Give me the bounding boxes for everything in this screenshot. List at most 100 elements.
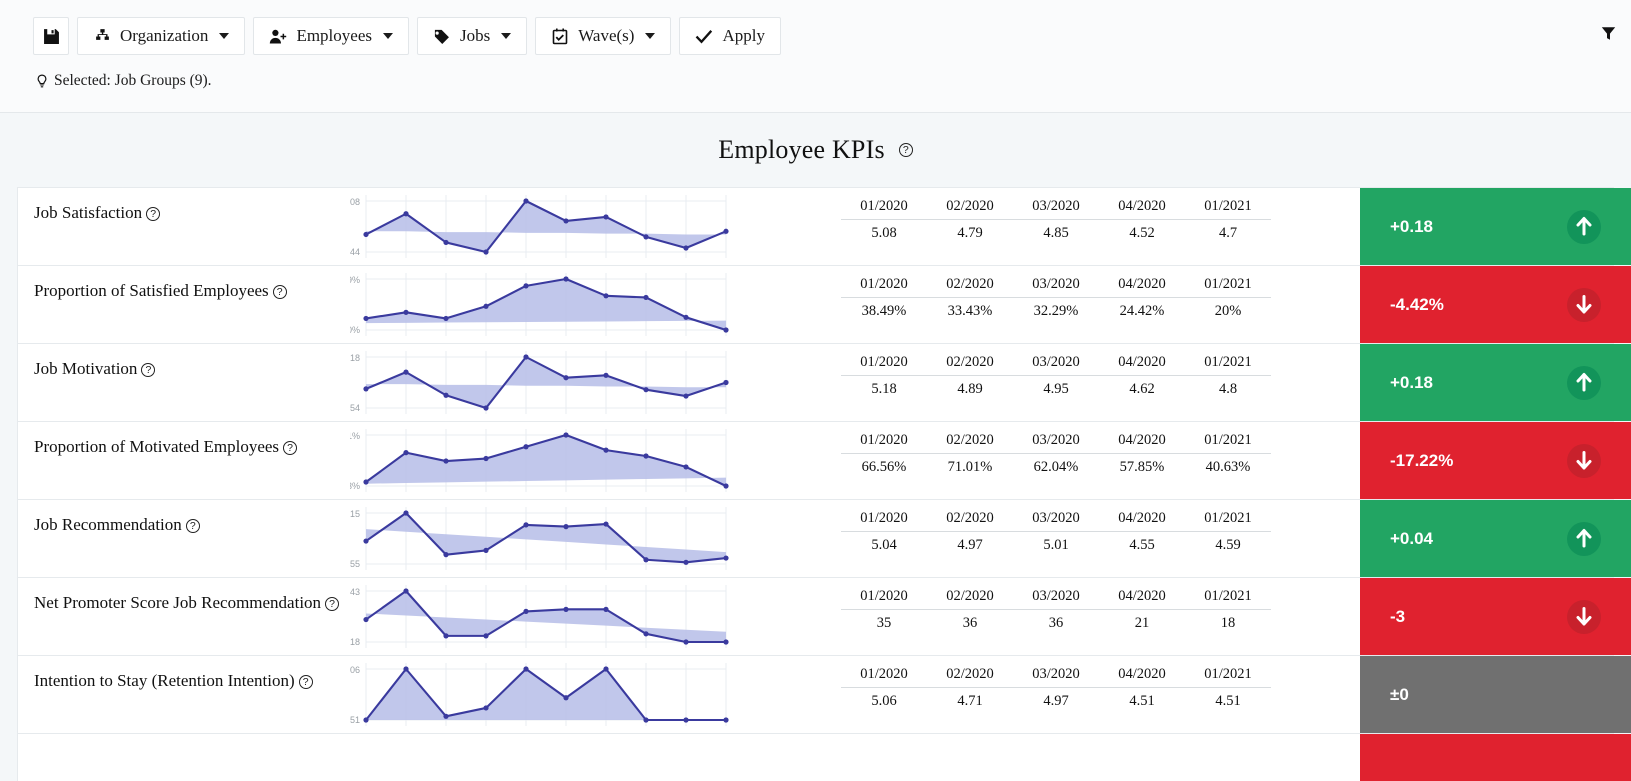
- kpi-label-text: Intention to Stay (Retention Intention): [34, 671, 295, 690]
- question-circle-icon[interactable]: ?: [899, 143, 913, 157]
- period-value: 4.89: [927, 376, 1013, 399]
- arrow-up-circle-icon: [1567, 366, 1601, 400]
- kpi-sparkline[interactable]: 4318: [350, 578, 766, 655]
- period-value: 4.8: [1185, 376, 1271, 399]
- period-header: 04/2020: [1099, 352, 1185, 376]
- employees-filter-label: Employees: [296, 26, 372, 46]
- question-circle-icon[interactable]: ?: [141, 363, 155, 377]
- kpi-row: Job Satisfaction?5.084.4401/202002/20200…: [18, 188, 1613, 266]
- period-value: 4.71: [927, 688, 1013, 711]
- period-header: 04/2020: [1099, 508, 1185, 532]
- period-header: 03/2020: [1013, 430, 1099, 454]
- period-header: 01/2020: [841, 274, 927, 298]
- period-header: 02/2020: [927, 352, 1013, 376]
- svg-text:20%: 20%: [350, 325, 360, 335]
- kpi-delta-badge: +0.04: [1360, 500, 1631, 577]
- svg-text:4.44: 4.44: [350, 247, 360, 257]
- period-header: 01/2021: [1185, 664, 1271, 688]
- arrow-up-circle-icon: [1567, 210, 1601, 244]
- period-header: 01/2020: [841, 586, 927, 610]
- kpi-label-cell: Net Promoter Score Job Recommendation?: [18, 578, 350, 655]
- sitemap-icon: [93, 27, 111, 45]
- period-header: 03/2020: [1013, 352, 1099, 376]
- jobs-filter-label: Jobs: [460, 26, 490, 46]
- kpi-sparkline[interactable]: 5.184.54: [350, 344, 766, 421]
- kpi-label-text: Job Satisfaction: [34, 203, 142, 222]
- period-value: 36: [1013, 610, 1099, 633]
- organization-filter-button[interactable]: Organization: [77, 17, 245, 55]
- kpi-sparkline[interactable]: [350, 734, 766, 781]
- period-header: 02/2020: [927, 508, 1013, 532]
- period-header: 01/2021: [1185, 352, 1271, 376]
- period-value: 21: [1099, 610, 1185, 633]
- save-button[interactable]: [33, 17, 69, 55]
- kpi-label-cell: Intention to Stay (Retention Intention)?: [18, 656, 350, 733]
- kpi-delta-value: -17.22%: [1390, 451, 1453, 471]
- apply-button[interactable]: Apply: [679, 17, 781, 55]
- save-floppy-icon: [42, 27, 60, 45]
- period-value: 5.08: [841, 220, 927, 243]
- period-header: 04/2020: [1099, 196, 1185, 220]
- period-header: 04/2020: [1099, 586, 1185, 610]
- chevron-down-icon: [645, 33, 655, 39]
- question-circle-icon[interactable]: ?: [186, 519, 200, 533]
- kpi-delta-badge: +0.18: [1360, 188, 1631, 265]
- kpi-sparkline[interactable]: 5.084.44: [350, 188, 766, 265]
- period-header: 02/2020: [927, 664, 1013, 688]
- kpi-values: 01/202002/202003/202004/202001/20215.064…: [841, 664, 1271, 710]
- kpi-row: Proportion of Satisfied Employees?38.49%…: [18, 266, 1613, 344]
- period-value: 4.95: [1013, 376, 1099, 399]
- kpi-delta-badge: ±0: [1360, 656, 1631, 733]
- period-value: 24.42%: [1099, 298, 1185, 321]
- question-circle-icon[interactable]: ?: [146, 207, 160, 221]
- period-header: 03/2020: [1013, 196, 1099, 220]
- period-value: 57.85%: [1099, 454, 1185, 477]
- period-value: 40.63%: [1185, 454, 1271, 477]
- question-circle-icon[interactable]: ?: [299, 675, 313, 689]
- period-header: 01/2021: [1185, 586, 1271, 610]
- period-header: 04/2020: [1099, 430, 1185, 454]
- kpi-label-text: Proportion of Motivated Employees: [34, 437, 279, 456]
- jobs-filter-button[interactable]: Jobs: [417, 17, 527, 55]
- kpi-values: 01/202002/202003/202004/202001/20215.184…: [841, 352, 1271, 398]
- period-header: 01/2021: [1185, 430, 1271, 454]
- kpi-delta-badge: -17.22%: [1360, 422, 1631, 499]
- kpi-table: Job Satisfaction?5.084.4401/202002/20200…: [17, 187, 1614, 781]
- kpi-sparkline[interactable]: 5.15 4.55: [350, 500, 766, 577]
- kpi-row: [18, 734, 1613, 781]
- period-value: 33.43%: [927, 298, 1013, 321]
- kpi-label-text: Net Promoter Score Job Recommendation: [34, 593, 321, 612]
- period-value: 4.7: [1185, 220, 1271, 243]
- question-circle-icon[interactable]: ?: [273, 285, 287, 299]
- svg-text:5.15: 5.15: [350, 509, 360, 519]
- calendar-check-icon: [551, 27, 569, 45]
- kpi-sparkline[interactable]: 5.064.51: [350, 656, 766, 733]
- period-header: 01/2021: [1185, 196, 1271, 220]
- period-value: 4.97: [1013, 688, 1099, 711]
- period-value: 66.56%: [841, 454, 927, 477]
- period-header: 01/2020: [841, 196, 927, 220]
- kpi-delta-value: +0.04: [1390, 529, 1433, 549]
- period-value: 4.55: [1099, 532, 1185, 555]
- kpi-sparkline[interactable]: 38.49%20%: [350, 266, 766, 343]
- arrow-down-circle-icon: [1567, 288, 1601, 322]
- kpi-label-cell: Job Recommendation?: [18, 500, 350, 577]
- svg-text:71.01%: 71.01%: [350, 431, 360, 441]
- kpi-delta-value: ±0: [1390, 685, 1409, 705]
- period-header: 01/2021: [1185, 274, 1271, 298]
- period-header: 03/2020: [1013, 274, 1099, 298]
- kpi-delta-badge: -4.42%: [1360, 266, 1631, 343]
- period-header: 01/2020: [841, 430, 927, 454]
- arrow-up-circle-icon: [1567, 522, 1601, 556]
- question-circle-icon[interactable]: ?: [325, 597, 339, 611]
- period-value: 4.52: [1099, 220, 1185, 243]
- waves-filter-button[interactable]: Wave(s): [535, 17, 671, 55]
- question-circle-icon[interactable]: ?: [283, 441, 297, 455]
- period-header: 02/2020: [927, 196, 1013, 220]
- kpi-sparkline[interactable]: 71.01%40.63%: [350, 422, 766, 499]
- period-value: 32.29%: [1013, 298, 1099, 321]
- kpi-row: Net Promoter Score Job Recommendation?43…: [18, 578, 1613, 656]
- funnel-filter-icon[interactable]: [1597, 22, 1619, 44]
- employees-filter-button[interactable]: Employees: [253, 17, 409, 55]
- svg-text:4.55: 4.55: [350, 559, 360, 569]
